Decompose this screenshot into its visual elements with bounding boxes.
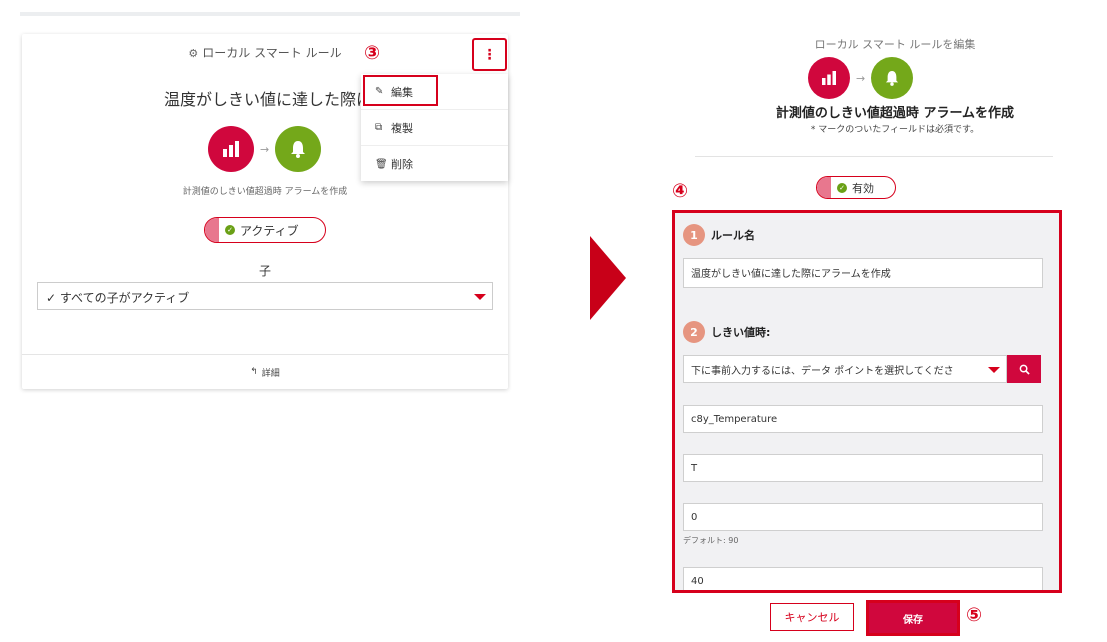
details-label: 詳細 [261,368,280,379]
toggle-knob [205,218,219,242]
alarm-bell-icon [871,57,914,99]
arrow-right-icon: → [260,142,270,156]
maximum-input[interactable]: 40 [683,567,1043,590]
card-title: ⚙ ローカル スマート ルール [22,44,508,61]
copy-icon: ⧉ [375,122,383,133]
minimum-hint: デフォルト: 90 [683,536,739,545]
menu-item-duplicate[interactable]: ⧉ 複製 [361,110,508,146]
details-footer[interactable]: ↰ 詳細 [22,354,508,389]
section-2-header: 2 しきい値時: [683,321,770,343]
cancel-button[interactable]: キャンセル [770,603,854,631]
datapoint-select[interactable]: 下に事前入力するには、データ ポイントを選択してくださ [683,355,1007,383]
flow-arrow-icon [590,236,626,320]
step-4-marker: ④ [672,180,689,202]
fragment-input[interactable]: c8y_Temperature [683,405,1043,433]
step-number-badge: 2 [683,321,705,343]
search-icon [1019,364,1030,375]
edit-highlight [363,75,438,106]
menu-item-delete[interactable]: 🗑 削除 [361,146,508,182]
children-label: 子 [258,264,271,278]
check-icon: ✓ [46,291,57,305]
enabled-toggle[interactable]: ✓ 有効 [816,176,896,199]
step-3-marker: ③ [364,42,381,64]
save-button[interactable]: 保存 [869,603,957,633]
series-value: T [691,462,698,474]
more-menu-button[interactable]: ⋮ [472,38,507,71]
section-1-header: 1 ルール名 [683,224,755,246]
measurement-icon [808,57,850,99]
maximum-value: 40 [691,575,704,587]
top-bar [20,12,520,16]
toggle-label-text: アクティブ [240,223,299,238]
section-rule-name: 1 ルール名 温度がしきい値に達した際にアラームを作成 [675,213,1059,313]
fragment-value: c8y_Temperature [691,413,778,425]
section-threshold: 2 しきい値時: 下に事前入力するには、データ ポイントを選択してくださ c8y… [675,313,1059,590]
toggle-label: ✓ アクティブ [219,222,305,239]
chevron-down-icon [474,294,486,300]
check-circle-icon: ✓ [225,225,235,235]
chevron-down-icon [988,367,1000,373]
toggle-knob [817,177,831,198]
gears-icon: ⚙ [188,47,199,60]
children-select-value: すべての子がアクティブ [59,291,190,305]
measurement-icon [208,126,254,172]
check-circle-icon: ✓ [837,182,847,193]
edit-rule-icons: → [808,57,914,99]
rule-name-value: 温度がしきい値に達した際にアラームを作成 [691,269,891,280]
minimum-input[interactable]: 0 [683,503,1043,531]
trash-icon: 🗑 [375,158,388,170]
alarm-bell-icon [275,126,322,172]
edit-title: ローカル スマート ルールを編集 [814,38,976,51]
active-toggle[interactable]: ✓ アクティブ [204,217,326,243]
step-5-marker: ⑤ [966,604,983,626]
minimum-value: 0 [691,511,698,523]
rule-form: 1 ルール名 温度がしきい値に達した際にアラームを作成 2 しきい値時: 下に事… [672,210,1062,593]
datapoint-placeholder: 下に事前入力するには、データ ポイントを選択してくださ [691,365,954,377]
children-select[interactable]: ✓ すべての子がアクティブ [37,282,493,310]
card-title-text: ローカル スマート ルール [202,46,342,60]
step-number-badge: 1 [683,224,705,246]
rule-subtitle: 計測値のしきい値超過時 アラームを作成 [182,187,348,197]
divider [695,156,1053,157]
series-input[interactable]: T [683,454,1043,482]
datapoint-search-button[interactable] [1007,355,1041,383]
required-note: * マークのついたフィールドは必須です。 [810,125,980,135]
rule-name-textarea[interactable]: 温度がしきい値に達した際にアラームを作成 [683,258,1043,288]
section-1-label: ルール名 [711,229,755,242]
menu-item-label: 複製 [391,121,413,135]
rule-icons: → [208,126,322,172]
toggle-label: ✓ 有効 [831,180,880,196]
toggle-label-text: 有効 [852,181,874,195]
edit-headline: 計測値のしきい値超過時 アラームを作成 [775,106,1015,121]
arrow-right-icon: → [856,71,866,85]
section-2-label: しきい値時: [711,326,771,339]
reply-arrow-icon: ↰ [250,367,258,377]
menu-item-label: 削除 [391,158,413,171]
